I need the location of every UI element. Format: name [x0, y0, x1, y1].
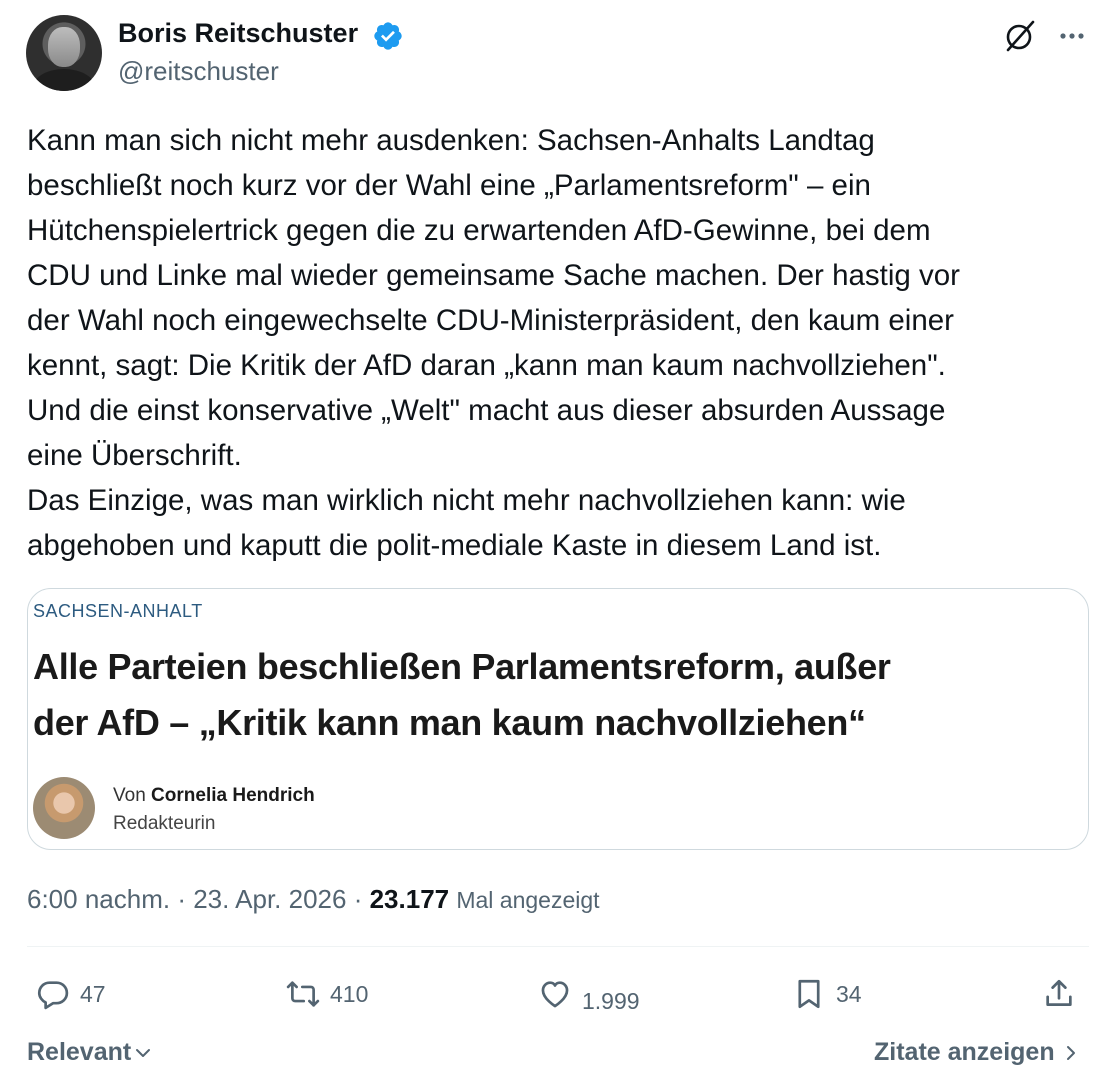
- repost-count: 410: [330, 980, 369, 1007]
- card-headline-line: Alle Parteien beschließen Parlamentsrefo…: [33, 646, 891, 687]
- tweet-date[interactable]: 23. Apr. 2026: [193, 884, 346, 914]
- meta-separator: ·: [177, 884, 194, 914]
- like-count: 1.999: [582, 987, 640, 1014]
- card-author-prefix: Von: [113, 785, 146, 806]
- verified-badge-icon: [374, 22, 402, 50]
- card-author-role: Redakteurin: [113, 813, 216, 834]
- tweet-line: Und die einst konservative „Welt" macht …: [27, 394, 946, 427]
- heart-icon: [541, 981, 569, 1008]
- sort-dropdown[interactable]: Relevant: [27, 1038, 153, 1067]
- reply-button[interactable]: 47: [36, 976, 106, 1012]
- share-icon: [1046, 979, 1072, 1006]
- embedded-image-card[interactable]: SACHSEN-ANHALT Alle Parteien beschließen…: [27, 588, 1089, 850]
- view-quotes-link[interactable]: Zitate anzeigen: [874, 1038, 1081, 1067]
- chevron-down-icon: [136, 1048, 151, 1057]
- repost-icon: [286, 981, 320, 1007]
- more-icon[interactable]: [1054, 18, 1090, 54]
- author-avatar[interactable]: [26, 15, 102, 91]
- views-label: Mal angezeigt: [456, 887, 600, 913]
- tweet-time[interactable]: 6:00 nachm.: [27, 884, 170, 914]
- card-author-line: Von Cornelia Hendrich: [113, 785, 315, 807]
- repost-button[interactable]: 410: [286, 976, 368, 1012]
- grok-icon[interactable]: [1002, 18, 1038, 54]
- bookmark-button[interactable]: 34: [792, 976, 862, 1012]
- view-count: 23.177: [369, 884, 450, 914]
- quotes-label: Zitate anzeigen: [874, 1038, 1055, 1066]
- tweet-meta: 6:00 nachm. · 23. Apr. 2026 · 23.177 Mal…: [27, 884, 600, 915]
- tweet-line: Hütchenspielertrick gegen die zu erwarte…: [27, 214, 931, 247]
- tweet-line: Kann man sich nicht mehr ausdenken: Sach…: [27, 124, 875, 157]
- like-button[interactable]: 1.999: [538, 976, 640, 1014]
- divider: [27, 946, 1089, 947]
- tweet-line: kennt, sagt: Die Kritik der AfD daran „k…: [27, 349, 946, 382]
- card-headline: Alle Parteien beschließen Parlamentsrefo…: [33, 639, 1073, 751]
- tweet-line: Das Einzige, was man wirklich nicht mehr…: [27, 484, 906, 517]
- tweet-line: beschließt noch kurz vor der Wahl eine „…: [27, 169, 871, 202]
- reply-count: 47: [80, 980, 106, 1007]
- meta-separator: ·: [353, 884, 370, 914]
- chevron-right-icon: [1066, 1045, 1075, 1060]
- card-kicker: SACHSEN-ANHALT: [33, 601, 203, 621]
- card-author-avatar: [33, 777, 95, 839]
- card-author-name: Cornelia Hendrich: [151, 785, 315, 806]
- author-handle[interactable]: @reitschuster: [118, 56, 279, 87]
- reply-icon: [37, 981, 69, 1010]
- tweet-line: eine Überschrift.: [27, 439, 242, 472]
- bookmark-icon: [798, 979, 820, 1009]
- tweet-line: der Wahl noch eingewechselte CDU-Ministe…: [27, 304, 954, 337]
- author-name[interactable]: Boris Reitschuster: [118, 18, 358, 49]
- tweet-line: CDU und Linke mal wieder gemeinsame Sach…: [27, 259, 960, 292]
- tweet-line: abgehoben und kaputt die polit-mediale K…: [27, 529, 882, 562]
- tweet-text: Kann man sich nicht mehr ausdenken: Sach…: [27, 118, 1087, 568]
- sort-label: Relevant: [27, 1038, 132, 1066]
- bookmark-count: 34: [836, 980, 862, 1007]
- share-button[interactable]: [1042, 976, 1076, 1012]
- card-headline-line: der AfD – „Kritik kann man kaum nachvoll…: [33, 702, 866, 743]
